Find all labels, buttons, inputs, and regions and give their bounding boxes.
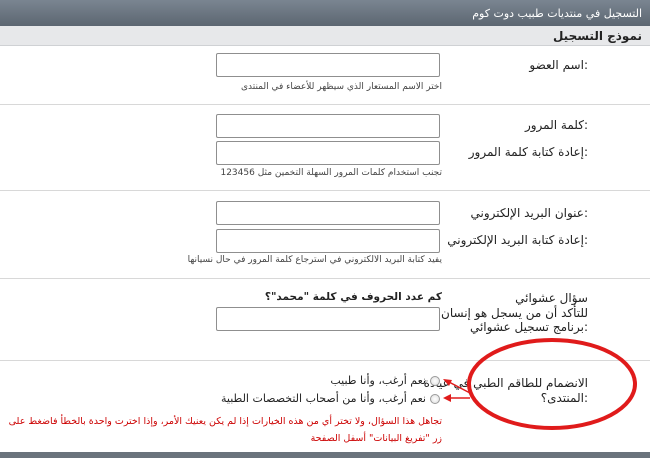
divider: [0, 190, 650, 191]
email-confirm-label: إعادة كتابة البريد الإلكتروني:: [447, 233, 588, 247]
email-hint: يفيد كتابة البريد الالكتروني في استرجاع …: [187, 255, 442, 265]
annotation-arrowhead-2: [443, 394, 451, 402]
username-label: اسم العضو:: [529, 58, 588, 72]
password-label: كلمة المرور:: [524, 118, 588, 132]
option-doctor-label: نعم أرغب، وأنا طبيب: [330, 374, 426, 387]
option-specialist-label: نعم أرغب، وأنا من أصحاب التخصصات الطبية: [221, 392, 426, 405]
captcha-label-line3: برنامج تسجيل عشوائي:: [469, 320, 588, 334]
footer-bar: [0, 452, 650, 458]
username-hint: اختر الاسم المستعار الذي سيظهر للأعضاء ف…: [240, 82, 442, 92]
username-input[interactable]: [216, 53, 440, 77]
captcha-input[interactable]: [216, 307, 440, 331]
password-hint: تجنب استخدام كلمات المرور السهلة التخمين…: [220, 168, 442, 178]
divider: [0, 360, 650, 361]
captcha-label-line1: سؤال عشوائي: [515, 291, 588, 305]
password-confirm-input[interactable]: [216, 141, 440, 165]
option-specialist[interactable]: نعم أرغب، وأنا من أصحاب التخصصات الطبية: [221, 392, 440, 405]
email-label: عنوان البريد الإلكتروني:: [470, 206, 588, 220]
warning-line1: تجاهل هذا السؤال، ولا تختر أي من هذه الخ…: [8, 416, 442, 427]
email-input[interactable]: [216, 201, 440, 225]
join-medical-label-line1: الانضمام للطاقم الطبي في عيادة: [423, 376, 588, 390]
option-doctor-radio[interactable]: [430, 375, 440, 386]
captcha-question: كم عدد الحروف في كلمة "محمد"؟: [264, 291, 442, 303]
email-confirm-input[interactable]: [216, 229, 440, 253]
password-confirm-label: إعادة كتابة كلمة المرور:: [468, 145, 588, 159]
warning-line2: زر "تفريغ البيانات" أسفل الصفحة: [310, 433, 442, 444]
window-title: التسجيل في منتديات طبيب دوت كوم: [0, 0, 650, 26]
option-doctor[interactable]: نعم أرغب، وأنا طبيب: [330, 374, 440, 387]
option-specialist-radio[interactable]: [430, 393, 440, 404]
join-medical-label-line2: المنتدى؟:: [540, 391, 588, 405]
divider: [0, 104, 650, 105]
divider: [0, 278, 650, 279]
password-input[interactable]: [216, 114, 440, 138]
form-title: نموذج التسجيل: [0, 26, 650, 46]
